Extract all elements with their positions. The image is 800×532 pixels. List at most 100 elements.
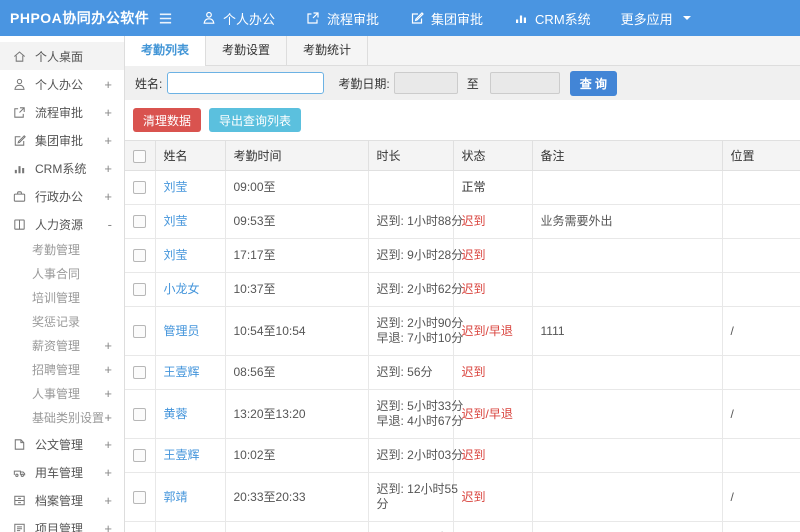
nav-item-label: 集团审批 — [431, 11, 484, 27]
nav-item-process-approval[interactable]: 流程审批 — [305, 9, 379, 28]
select-all-checkbox[interactable] — [133, 149, 146, 163]
table-row: 小龙女 10:37至 迟到: 2小时62分 迟到 — [125, 272, 800, 307]
location-cell: / — [722, 521, 800, 532]
row-checkbox[interactable] — [133, 283, 146, 297]
name-filter-input[interactable] — [167, 72, 325, 94]
attendance-time: 09:00至 — [225, 170, 369, 205]
employee-name-link[interactable]: 小龙女 — [164, 282, 200, 296]
user-icon — [14, 78, 25, 90]
row-checkbox[interactable] — [133, 366, 146, 380]
duration-cell: 迟到: 2小时90分 早退: 7小时10分 — [368, 306, 463, 356]
sidebar-item-desktop[interactable]: 个人桌面 — [0, 42, 124, 70]
nav-item-crm[interactable]: CRM系统 — [513, 9, 591, 28]
car-icon — [13, 470, 26, 477]
date-from-input[interactable] — [393, 72, 458, 94]
location-cell — [722, 238, 800, 273]
attendance-panel: 清理数据 导出查询列表 姓名 考勤时间 时长 状态 备注 位置 刘莹 09:00… — [125, 100, 800, 532]
table-row: 刘莹 09:53至 迟到: 1小时88分 迟到 业务需要外出 — [125, 204, 800, 239]
sidebar-subitem-hr-contract[interactable]: 人事合同 — [0, 262, 124, 286]
location-cell — [722, 204, 800, 239]
expand-plus-icon: + — [104, 436, 112, 452]
row-checkbox[interactable] — [133, 449, 146, 463]
status-badge: 迟到 — [453, 438, 533, 473]
location-cell — [722, 272, 800, 307]
row-checkbox[interactable] — [133, 324, 146, 338]
chart-icon — [14, 165, 25, 173]
sidebar-subitem-base-category[interactable]: 基础类别设置 + — [0, 406, 124, 430]
note-cell — [532, 272, 723, 307]
hamburger-menu-icon[interactable] — [158, 11, 173, 26]
sidebar-item-project-mgmt[interactable]: 项目管理 + — [0, 514, 124, 532]
attendance-time: 08:56至 — [225, 355, 369, 390]
duration-cell: 迟到: 2小时03分 — [368, 438, 463, 473]
edit-icon — [411, 12, 424, 24]
sidebar-item-admin-office[interactable]: 行政办公 + — [0, 182, 124, 210]
employee-name-link[interactable]: 郭靖 — [164, 490, 188, 504]
sidebar-item-vehicle-mgmt[interactable]: 用车管理 + — [0, 458, 124, 486]
status-badge: 迟到 — [453, 204, 533, 239]
status-badge: 迟到 — [453, 272, 533, 307]
note-cell — [532, 355, 723, 390]
sidebar-item-hr[interactable]: 人力资源 - — [0, 210, 124, 238]
nav-item-group-approval[interactable]: 集团审批 — [409, 9, 483, 28]
employee-name-link[interactable]: 刘莹 — [164, 180, 188, 194]
tab-attendance-list[interactable]: 考勤列表 — [125, 36, 207, 66]
duration-cell: 迟到: 9小时28分 — [368, 238, 463, 273]
sidebar-subitem-training[interactable]: 培训管理 — [0, 286, 124, 310]
nav-item-more-apps[interactable]: 更多应用 — [621, 9, 695, 28]
sidebar-item-crm[interactable]: CRM系统 + — [0, 154, 124, 182]
row-checkbox[interactable] — [133, 181, 146, 195]
employee-name-link[interactable]: 王壹辉 — [164, 365, 200, 379]
duration-cell — [368, 170, 454, 205]
date-filter-label: 考勤日期: — [338, 76, 390, 91]
expand-plus-icon: + — [104, 76, 112, 92]
sidebar-item-personal-office[interactable]: 个人办公 + — [0, 70, 124, 98]
duration-cell: 迟到: 2小时62分 — [368, 272, 463, 307]
tab-attendance-stats[interactable]: 考勤统计 — [287, 36, 369, 66]
note-cell — [532, 170, 723, 205]
date-to-label: 至 — [466, 76, 479, 91]
sidebar-item-group-approval[interactable]: 集团审批 + — [0, 126, 124, 154]
employee-name-link[interactable]: 刘莹 — [164, 214, 188, 228]
sidebar-subitem-recruit[interactable]: 招聘管理 + — [0, 358, 124, 382]
note-cell — [532, 438, 723, 473]
tab-bar: 考勤列表 考勤设置 考勤统计 — [125, 36, 800, 66]
row-checkbox[interactable] — [133, 407, 146, 421]
table-row: 刘莹 09:00至 正常 — [125, 170, 800, 205]
row-checkbox[interactable] — [133, 249, 146, 263]
nav-item-personal-office[interactable]: 个人办公 — [201, 9, 275, 28]
employee-name-link[interactable]: 刘莹 — [164, 248, 188, 262]
sidebar-subitem-salary[interactable]: 薪资管理 + — [0, 334, 124, 358]
table-header-row: 姓名 考勤时间 时长 状态 备注 位置 — [125, 140, 800, 171]
col-header-time: 考勤时间 — [225, 140, 369, 171]
date-to-input[interactable] — [489, 72, 560, 94]
expand-plus-icon: + — [104, 492, 112, 508]
sidebar-subitem-rewards[interactable]: 奖惩记录 — [0, 310, 124, 334]
duration-cell: 迟到: 12小时55 分 — [368, 472, 458, 522]
sidebar-subitem-personnel[interactable]: 人事管理 + — [0, 382, 124, 406]
location-cell: / — [722, 306, 800, 356]
note-cell — [532, 472, 723, 522]
location-cell: / — [722, 389, 800, 439]
clean-data-button[interactable]: 清理数据 — [133, 108, 202, 132]
expand-plus-icon: + — [104, 132, 112, 148]
search-button[interactable]: 查 询 — [569, 70, 618, 96]
row-checkbox[interactable] — [133, 490, 146, 504]
tab-attendance-settings[interactable]: 考勤设置 — [206, 36, 288, 66]
employee-name-link[interactable]: 管理员 — [164, 324, 200, 338]
status-badge: 迟到 — [453, 238, 533, 273]
sidebar-subitem-attendance[interactable]: 考勤管理 — [0, 238, 124, 262]
employee-name-link[interactable]: 黄蓉 — [164, 407, 188, 421]
sidebar-item-process-approval[interactable]: 流程审批 + — [0, 98, 124, 126]
expand-plus-icon: + — [104, 520, 112, 532]
status-badge: 正常 — [453, 170, 533, 205]
status-badge: 迟到 — [453, 355, 533, 390]
employee-name-link[interactable]: 王壹辉 — [164, 448, 200, 462]
row-checkbox[interactable] — [133, 215, 146, 229]
col-header-note: 备注 — [532, 140, 723, 171]
sidebar-item-archive-mgmt[interactable]: 档案管理 + — [0, 486, 124, 514]
edit-icon — [14, 134, 26, 146]
export-list-button[interactable]: 导出查询列表 — [209, 108, 302, 132]
expand-plus-icon: + — [104, 188, 112, 204]
sidebar-item-document-mgmt[interactable]: 公文管理 + — [0, 430, 124, 458]
